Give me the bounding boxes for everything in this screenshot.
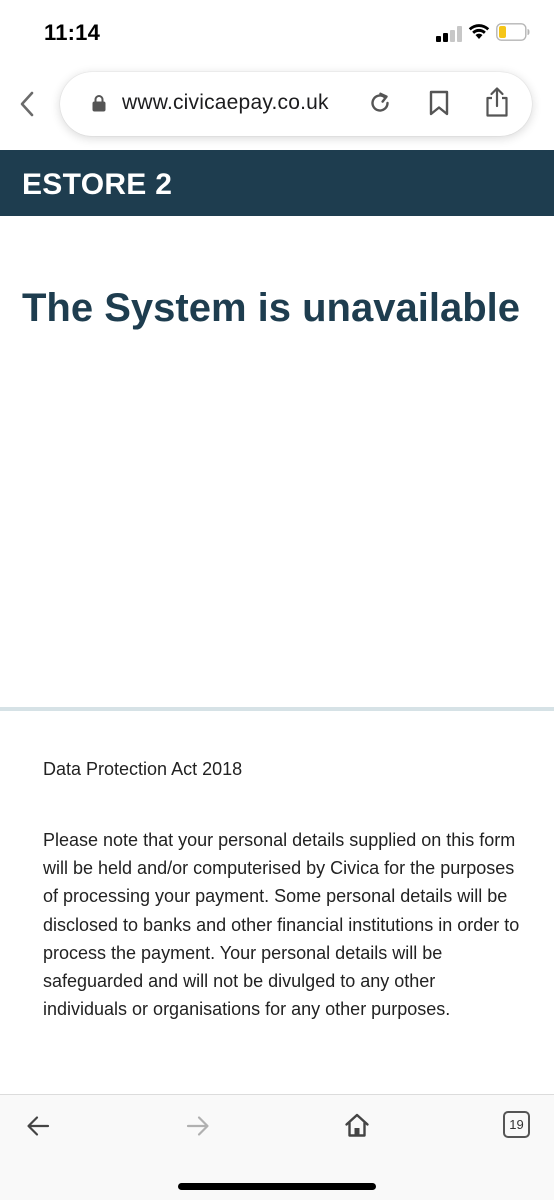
status-bar: 11:14 [0,0,554,66]
page-title: The System is unavailable [22,286,520,330]
status-time: 11:14 [44,20,101,45]
url-field[interactable]: www.civicaepay.co.uk [60,72,532,136]
bookmark-icon[interactable] [428,90,450,116]
site-title: ESTORE 2 [22,168,173,201]
arrow-left-icon[interactable] [26,1115,50,1137]
data-protection-section: Data Protection Act 2018 Please note tha… [43,758,523,1023]
footer-divider [0,707,554,711]
home-indicator [178,1183,376,1190]
tabs-icon[interactable]: 19 [503,1111,530,1138]
data-protection-text: Please note that your personal details s… [43,830,520,1020]
signal-icon [436,26,464,42]
browser-address-bar: www.civicaepay.co.uk [0,66,554,150]
data-protection-title: Data Protection Act 2018 [43,759,243,779]
back-chevron-icon[interactable] [16,88,40,120]
tab-count: 19 [509,1117,524,1132]
arrow-right-icon[interactable] [186,1115,210,1137]
reload-icon[interactable] [368,91,392,115]
url-text: www.civicaepay.co.uk [122,91,329,114]
share-icon[interactable] [484,86,510,118]
home-icon[interactable] [344,1112,370,1138]
battery-icon [496,23,530,41]
lock-icon [92,95,106,112]
site-header: ESTORE 2 [0,150,554,216]
wifi-icon [468,24,490,39]
